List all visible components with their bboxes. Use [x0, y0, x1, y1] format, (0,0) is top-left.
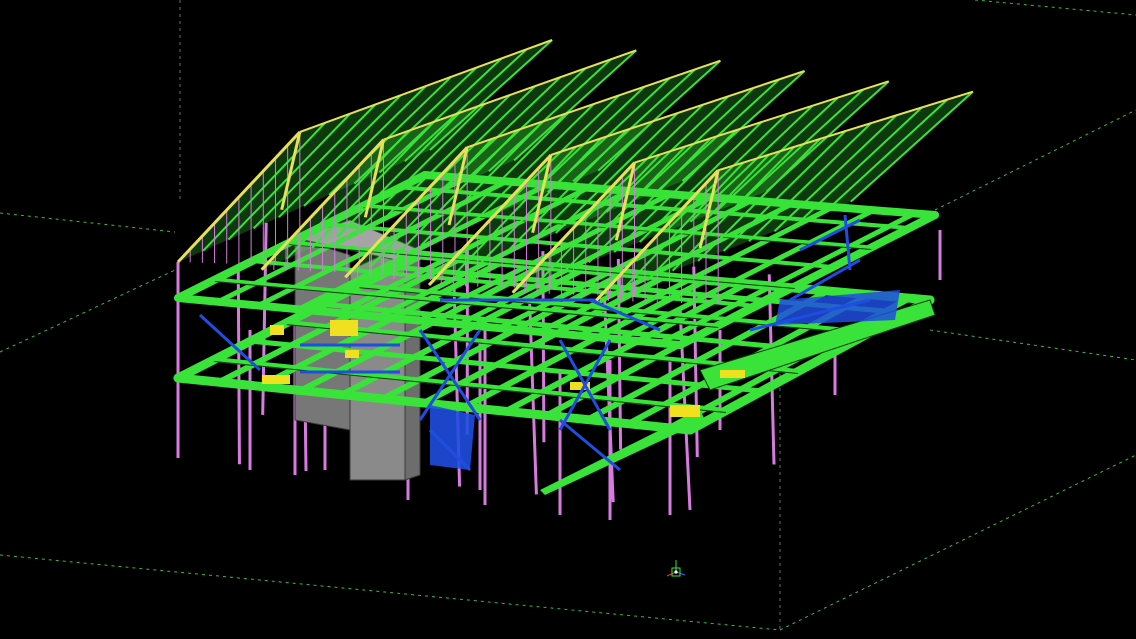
grid-line: [934, 109, 1136, 211]
model-viewport[interactable]: [0, 0, 1136, 639]
grid-line: [779, 454, 1136, 631]
plate[interactable]: [270, 325, 284, 335]
plate[interactable]: [720, 370, 745, 378]
plate[interactable]: [670, 405, 700, 417]
grid-line: [0, 554, 781, 631]
column[interactable]: [236, 267, 241, 465]
axis-triad-icon[interactable]: [666, 560, 686, 577]
plate[interactable]: [330, 320, 358, 336]
plate[interactable]: [345, 350, 359, 358]
grid-line: [0, 212, 176, 233]
grid-line: [0, 269, 176, 353]
grid-line: [974, 0, 1136, 16]
grid-line: [929, 329, 1136, 361]
structural-model-scene[interactable]: [0, 0, 1136, 639]
brace-panel[interactable]: [430, 405, 475, 470]
brace-panel[interactable]: [775, 290, 900, 325]
plate[interactable]: [262, 375, 290, 384]
